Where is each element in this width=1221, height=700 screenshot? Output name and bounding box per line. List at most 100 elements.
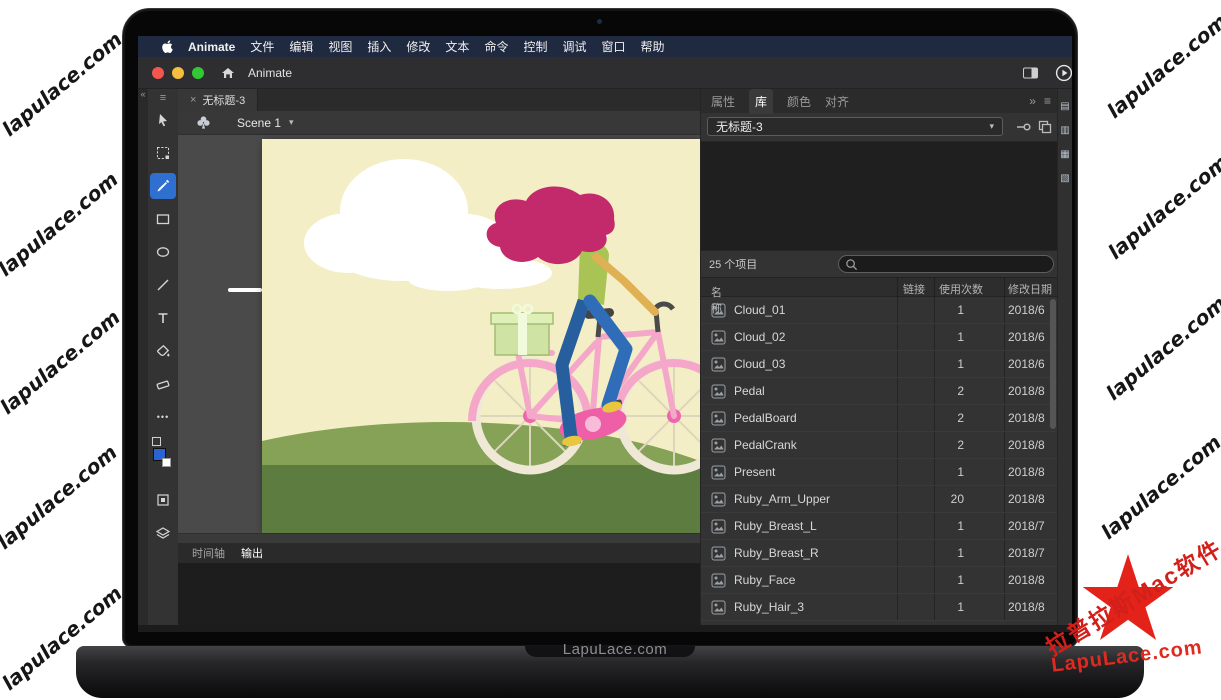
- tab-color[interactable]: 颜色: [787, 93, 811, 110]
- panel-overflow-icon[interactable]: »: [1029, 94, 1036, 108]
- item-name: Ruby_Face: [734, 573, 795, 587]
- pin-library-button[interactable]: [1015, 119, 1031, 135]
- minimize-window-button[interactable]: [172, 67, 184, 79]
- document-tab[interactable]: × 无标题-3: [178, 89, 258, 111]
- clover-scene-icon: [196, 115, 211, 130]
- line-tool-button[interactable]: [150, 272, 176, 298]
- layers-options-button[interactable]: [150, 520, 176, 546]
- menu-file[interactable]: 文件: [250, 38, 274, 55]
- free-transform-icon: [155, 145, 171, 161]
- test-movie-button[interactable]: [1055, 64, 1072, 82]
- menu-commands[interactable]: 命令: [484, 38, 508, 55]
- menu-window[interactable]: 窗口: [601, 38, 625, 55]
- column-linkage[interactable]: 链接: [903, 281, 925, 297]
- stroke-color-swatch[interactable]: [152, 437, 161, 446]
- panel-menu-icon[interactable]: ≡: [1044, 94, 1051, 108]
- library-row[interactable]: Cloud_0212018/6: [701, 324, 1058, 351]
- item-use-count: 1: [934, 465, 964, 479]
- watermark: lapulace.com: [0, 305, 125, 419]
- item-modified-date: 2018/6: [1008, 330, 1054, 344]
- object-drawing-toggle-button[interactable]: [150, 487, 176, 513]
- collapsed-panel-icon-2[interactable]: ▥: [1060, 125, 1069, 136]
- menu-edit[interactable]: 编辑: [289, 38, 313, 55]
- collapsed-panel-icon-1[interactable]: ▤: [1060, 101, 1069, 112]
- swap-color-swatch[interactable]: [162, 458, 171, 467]
- new-library-panel-button[interactable]: [1037, 119, 1053, 135]
- stage[interactable]: [262, 139, 700, 533]
- menubar-app-name[interactable]: Animate: [188, 40, 235, 54]
- item-use-count: 1: [934, 357, 964, 371]
- rectangle-icon: [155, 211, 171, 227]
- oval-tool-button[interactable]: [150, 239, 176, 265]
- menu-help[interactable]: 帮助: [641, 38, 665, 55]
- item-use-count: 2: [934, 411, 964, 425]
- text-tool-button[interactable]: [150, 305, 176, 331]
- brush-tool-button[interactable]: [150, 173, 176, 199]
- color-swatches[interactable]: [150, 437, 176, 473]
- rectangle-tool-button[interactable]: [150, 206, 176, 232]
- tab-output[interactable]: 输出: [241, 545, 263, 561]
- item-name: Ruby_Breast_R: [734, 546, 819, 560]
- collapsed-panel-strip: ▤ ▥ ▦ ▧: [1057, 89, 1072, 625]
- collapse-panel-glyph: «: [140, 89, 145, 99]
- library-row[interactable]: Present12018/8: [701, 459, 1058, 486]
- tab-align[interactable]: 对齐: [825, 93, 849, 110]
- paint-bucket-tool-button[interactable]: [150, 338, 176, 364]
- collapsed-panel-icon-4[interactable]: ▧: [1060, 173, 1069, 184]
- library-row[interactable]: Ruby_Breast_R12018/7: [701, 540, 1058, 567]
- more-tools-button[interactable]: •••: [150, 404, 176, 430]
- library-row[interactable]: Ruby_Breast_L12018/7: [701, 513, 1058, 540]
- library-row[interactable]: PedalBoard22018/8: [701, 405, 1058, 432]
- menu-modify[interactable]: 修改: [406, 38, 430, 55]
- apple-menu[interactable]: [162, 40, 173, 53]
- column-use-count[interactable]: 使用次数: [939, 281, 983, 297]
- more-dots-glyph: •••: [157, 412, 169, 422]
- library-row[interactable]: Cloud_0112018/6: [701, 297, 1058, 324]
- scrollbar-thumb[interactable]: [1050, 299, 1056, 429]
- library-row[interactable]: Ruby_Arm_Upper202018/8: [701, 486, 1058, 513]
- home-button[interactable]: [220, 65, 236, 81]
- eraser-tool-button[interactable]: [150, 371, 176, 397]
- menu-insert[interactable]: 插入: [367, 38, 391, 55]
- library-row[interactable]: Ruby_Hair_312018/8: [701, 594, 1058, 621]
- horizontal-scrollbar[interactable]: [178, 533, 700, 543]
- tab-timeline[interactable]: 时间轴: [192, 545, 225, 561]
- menu-view[interactable]: 视图: [328, 38, 352, 55]
- menu-debug[interactable]: 调试: [562, 38, 586, 55]
- scene-name[interactable]: Scene 1: [237, 116, 281, 130]
- edit-scene-button[interactable]: [196, 115, 211, 130]
- dock-collapse-rail[interactable]: «: [138, 89, 148, 625]
- watermark: lapulace.com: [1101, 291, 1221, 405]
- library-item-list: Cloud_0112018/6 Cloud_0212018/6 Cloud_03…: [701, 297, 1058, 621]
- laptop-brand-text: LapuLace.com: [540, 641, 690, 658]
- collapsed-panel-icon-3[interactable]: ▦: [1060, 149, 1069, 160]
- selection-tool-button[interactable]: [150, 107, 176, 133]
- library-search-input[interactable]: [862, 258, 1047, 270]
- item-modified-date: 2018/8: [1008, 573, 1054, 587]
- library-scrollbar[interactable]: [1050, 297, 1056, 621]
- item-use-count: 2: [934, 438, 964, 452]
- close-window-button[interactable]: [152, 67, 164, 79]
- close-document-icon[interactable]: ×: [190, 94, 196, 106]
- document-home-tab[interactable]: Animate: [248, 66, 292, 80]
- timeline-panel: 时间轴 输出: [178, 543, 700, 625]
- tab-properties[interactable]: 属性: [711, 93, 735, 110]
- zoom-window-button[interactable]: [192, 67, 204, 79]
- library-row[interactable]: Pedal22018/8: [701, 378, 1058, 405]
- column-modified[interactable]: 修改日期: [1008, 281, 1052, 297]
- library-document-select[interactable]: 无标题-3 ▾: [707, 117, 1003, 136]
- free-transform-tool-button[interactable]: [150, 140, 176, 166]
- tools-panel-menu[interactable]: ≡: [148, 89, 178, 107]
- library-item-preview: [701, 141, 1058, 251]
- scene-chevron-icon[interactable]: ▾: [289, 117, 294, 128]
- tab-library[interactable]: 库: [749, 89, 773, 114]
- window-titlebar: Animate: [138, 57, 1072, 89]
- library-row[interactable]: Ruby_Face12018/8: [701, 567, 1058, 594]
- menu-text[interactable]: 文本: [445, 38, 469, 55]
- graphic-symbol-icon: [711, 573, 726, 588]
- workspace-switcher-button[interactable]: [1022, 65, 1039, 81]
- library-row[interactable]: PedalCrank22018/8: [701, 432, 1058, 459]
- library-row[interactable]: Cloud_0312018/6: [701, 351, 1058, 378]
- duplicate-panel-icon: [1037, 119, 1053, 135]
- menu-control[interactable]: 控制: [523, 38, 547, 55]
